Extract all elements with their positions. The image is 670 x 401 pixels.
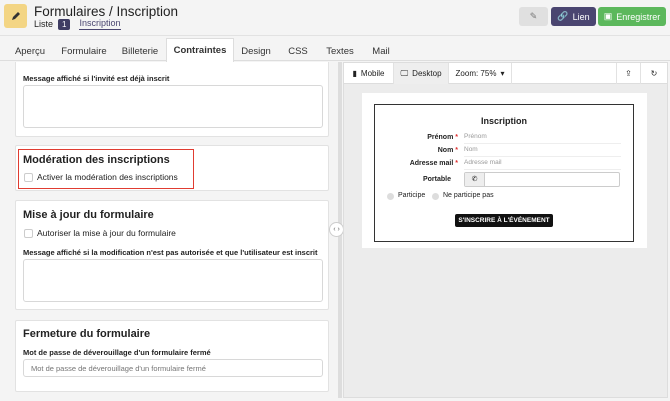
tab-billeterie[interactable]: Billeterie — [118, 41, 162, 61]
moderation-checkbox[interactable] — [24, 173, 33, 182]
radio-participe[interactable] — [387, 193, 394, 200]
crumb-list[interactable]: Liste — [34, 19, 53, 29]
resize-handle[interactable]: ‹ › — [329, 222, 344, 237]
preview-toolbar: ▮ Mobile 🖵 Desktop Zoom: 75% ▾ ⇪ ↻ — [344, 63, 667, 84]
tab-bar: Aperçu Formulaire Billeterie Contraintes… — [0, 38, 670, 62]
lastname-input[interactable]: Nom — [464, 146, 621, 157]
update-message-label: Message affiché si la modification n'est… — [23, 248, 318, 257]
header: Formulaires / Inscription Liste 1 Inscri… — [0, 0, 670, 36]
link-icon: 🔗 — [557, 11, 569, 21]
link-label: Lien — [572, 11, 590, 22]
tab-mail[interactable]: Mail — [368, 41, 394, 61]
radio-participe-label[interactable]: Participe — [398, 192, 425, 199]
settings-panel: Message affiché si l'invité est déjà ins… — [8, 62, 336, 398]
update-checkbox-label[interactable]: Autoriser la mise à jour du formulaire — [37, 228, 176, 238]
tab-contraintes[interactable]: Contraintes — [166, 38, 234, 62]
preview-panel: ▮ Mobile 🖵 Desktop Zoom: 75% ▾ ⇪ ↻ Inscript… — [343, 62, 668, 398]
email-input[interactable]: Adresse mail — [464, 159, 621, 170]
edit-icon: ✎ — [529, 11, 538, 21]
edit-button[interactable]: ✎ — [519, 7, 548, 26]
tab-apercu[interactable]: Aperçu — [10, 41, 50, 61]
crumb-current[interactable]: Inscription — [79, 18, 121, 30]
moderation-checkbox-label[interactable]: Activer la modération des inscriptions — [37, 172, 178, 182]
count-badge: 1 — [58, 18, 71, 30]
save-label: Enregistrer — [616, 11, 661, 22]
zoom-label: Zoom: 75% — [455, 69, 497, 78]
update-card: Mise à jour du formulaire Autoriser la m… — [15, 200, 329, 310]
already-registered-card: Message affiché si l'invité est déjà ins… — [15, 62, 329, 137]
link-button[interactable]: 🔗 Lien — [551, 7, 596, 26]
desktop-label: Desktop — [412, 69, 442, 78]
field-label: Prénom * — [427, 134, 458, 141]
close-title: Fermeture du formulaire — [23, 328, 151, 340]
breadcrumb: Liste 1 Inscription — [34, 18, 121, 30]
field-label: Nom * — [437, 147, 458, 154]
tab-design[interactable]: Design — [238, 41, 274, 61]
update-checkbox[interactable] — [24, 229, 33, 238]
desktop-icon: 🖵 — [400, 68, 409, 78]
already-label: Message affiché si l'invité est déjà ins… — [23, 74, 170, 83]
pencil-icon — [4, 4, 27, 28]
refresh-icon: ↻ — [650, 69, 658, 78]
tab-css[interactable]: CSS — [284, 41, 312, 61]
preview-page: Inscription Prénom * Prénom Nom * Nom Ad… — [362, 93, 647, 248]
tab-formulaire[interactable]: Formulaire — [60, 41, 108, 61]
close-password-input[interactable] — [23, 359, 323, 377]
mobile-icon: ▮ — [352, 69, 357, 78]
update-message-textarea[interactable] — [23, 259, 323, 302]
radio-ne-participe-pas[interactable] — [432, 193, 439, 200]
save-button[interactable]: ▣ Enregistrer — [598, 7, 666, 26]
save-icon: ▣ — [603, 11, 613, 21]
share-button[interactable]: ⇪ — [616, 63, 641, 84]
caret-down-icon: ▾ — [500, 69, 505, 78]
mobile-button[interactable]: ▮ Mobile — [344, 63, 394, 84]
close-password-label: Mot de passe de déverouillage d'un formu… — [23, 348, 211, 357]
close-card: Fermeture du formulaire Mot de passe de … — [15, 320, 329, 392]
registration-form: Inscription Prénom * Prénom Nom * Nom Ad… — [374, 104, 634, 242]
phone-label: Portable — [422, 176, 451, 183]
submit-button[interactable]: S'INSCRIRE À L'ÉVÉNEMENT — [455, 214, 553, 227]
field-label: Adresse mail * — [409, 160, 458, 167]
firstname-input[interactable]: Prénom — [464, 133, 621, 144]
already-message-textarea[interactable] — [23, 85, 323, 128]
moderation-card: Modération des inscriptions Activer la m… — [15, 145, 329, 191]
refresh-button[interactable]: ↻ — [641, 63, 667, 84]
moderation-title: Modération des inscriptions — [23, 154, 170, 166]
form-title: Inscription — [480, 116, 527, 126]
radio-ne-participe-pas-label[interactable]: Ne participe pas — [443, 192, 494, 199]
page-title: Formulaires / Inscription — [34, 4, 179, 19]
update-title: Mise à jour du formulaire — [23, 209, 154, 221]
phone-icon: ✆ — [465, 173, 485, 186]
tab-textes[interactable]: Textes — [322, 41, 358, 61]
desktop-button[interactable]: 🖵 Desktop — [394, 63, 449, 84]
zoom-dropdown[interactable]: Zoom: 75% ▾ — [449, 63, 512, 84]
share-icon: ⇪ — [625, 69, 632, 78]
phone-input[interactable]: ✆ — [464, 172, 620, 187]
mobile-label: Mobile — [360, 69, 385, 78]
